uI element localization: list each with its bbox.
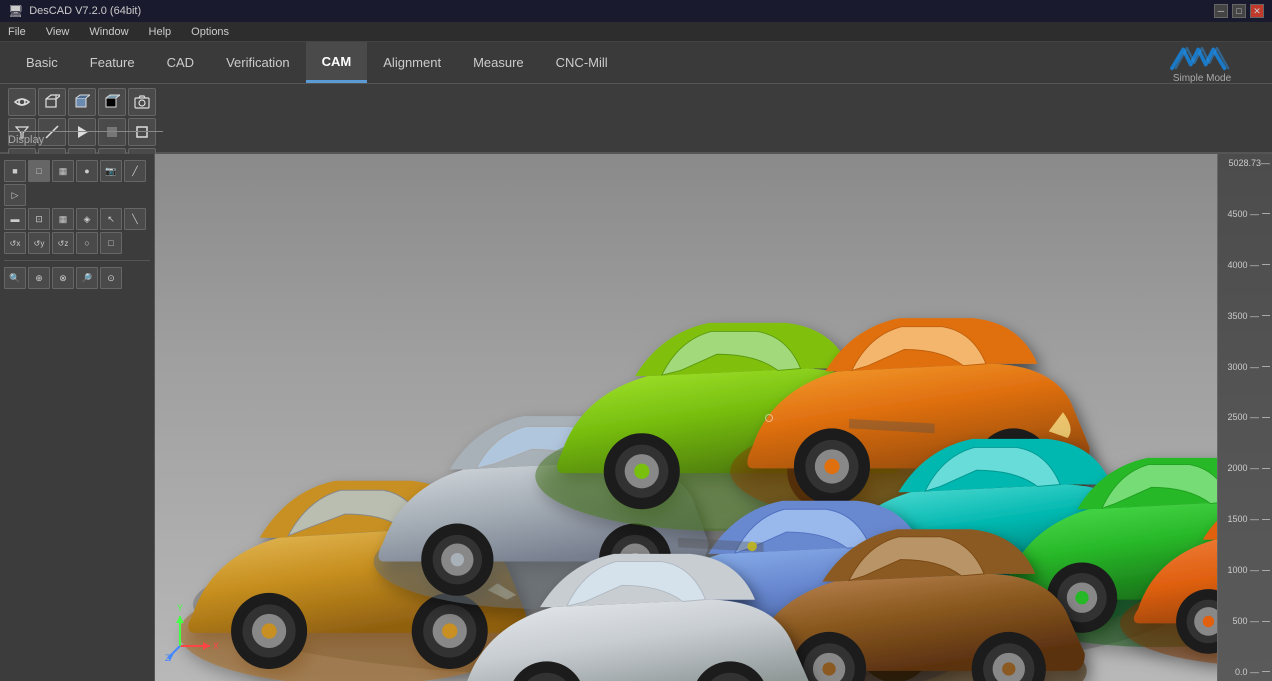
maximize-button[interactable]: □ — [1232, 4, 1246, 18]
ruler-tick-top: 5028.73— — [1220, 158, 1270, 168]
toolbar-btn-render[interactable] — [98, 88, 126, 116]
left-btn-9[interactable]: ⊡ — [28, 208, 50, 230]
ruler-tick-0: 0.0 — — [1220, 667, 1270, 677]
ruler-line — [1262, 213, 1270, 214]
left-btn-10[interactable]: ▦ — [52, 208, 74, 230]
ruler-line — [1262, 671, 1270, 672]
main-content: ■ □ ▦ ● 📷 ╱ ▷ ▬ ⊡ ▦ ◈ ↖ ╲ ↺x ↺y ↺z ○ □ 🔍… — [0, 154, 1272, 681]
viewport[interactable]: 5028.73— 4500 — 4000 — 3500 — 3000 — 250… — [155, 154, 1272, 681]
left-btn-zoom-box[interactable]: 🔎 — [76, 267, 98, 289]
app-title: DesCAD V7.2.0 (64bit) — [29, 5, 141, 17]
left-panel: ■ □ ▦ ● 📷 ╱ ▷ ▬ ⊡ ▦ ◈ ↖ ╲ ↺x ↺y ↺z ○ □ 🔍… — [0, 154, 155, 681]
left-btn-1[interactable]: ■ — [4, 160, 26, 182]
tab-alignment[interactable]: Alignment — [367, 42, 457, 83]
left-tool-row-3: ↺x ↺y ↺z ○ □ — [4, 232, 150, 254]
title-bar-left: 🖥 DesCAD V7.2.0 (64bit) — [8, 4, 141, 18]
scale-ruler: 5028.73— 4500 — 4000 — 3500 — 3000 — 250… — [1217, 154, 1272, 681]
left-tool-row-1: ■ □ ▦ ● 📷 ╱ ▷ — [4, 160, 150, 206]
axis-indicator: X Y Z — [165, 601, 225, 661]
ruler-tick-3500: 3500 — — [1220, 311, 1270, 321]
left-btn-11[interactable]: ◈ — [76, 208, 98, 230]
left-btn-12[interactable]: ↖ — [100, 208, 122, 230]
left-btn-rx[interactable]: ↺x — [4, 232, 26, 254]
ruler-tick-500: 500 — — [1220, 616, 1270, 626]
left-btn-zoom-out[interactable]: 🔍 — [4, 267, 26, 289]
ruler-tick-3000: 3000 — — [1220, 362, 1270, 372]
left-btn-16[interactable]: ○ — [76, 232, 98, 254]
menu-bar: File View Window Help Options — [0, 22, 1272, 42]
app-logo — [1162, 42, 1242, 72]
logo-area: Simple Mode — [1162, 42, 1262, 84]
ruler-line — [1262, 519, 1270, 520]
left-tool-row-4: 🔍 ⊕ ⊗ 🔎 ⊙ — [4, 267, 150, 289]
ruler-line — [1262, 570, 1270, 571]
svg-text:X: X — [213, 641, 219, 651]
left-btn-6[interactable]: ╱ — [124, 160, 146, 182]
app-icon: 🖥 — [8, 4, 23, 18]
title-bar: 🖥 DesCAD V7.2.0 (64bit) ─ □ ✕ — [0, 0, 1272, 22]
toolbar-btn-box-wire[interactable] — [38, 88, 66, 116]
close-button[interactable]: ✕ — [1250, 4, 1264, 18]
menu-file[interactable]: File — [4, 26, 30, 38]
tab-basic[interactable]: Basic — [10, 42, 74, 83]
svg-text:Z: Z — [165, 653, 171, 661]
left-btn-8[interactable]: ▬ — [4, 208, 26, 230]
ruler-line — [1262, 264, 1270, 265]
left-btn-5[interactable]: 📷 — [100, 160, 122, 182]
toolbar-btn-camera[interactable] — [128, 88, 156, 116]
minimize-button[interactable]: ─ — [1214, 4, 1228, 18]
menu-options[interactable]: Options — [187, 26, 233, 38]
toolbar-label: Display — [8, 131, 163, 146]
simple-mode-label: Simple Mode — [1173, 73, 1231, 84]
tab-cam[interactable]: CAM — [306, 42, 368, 83]
title-bar-controls[interactable]: ─ □ ✕ — [1214, 4, 1264, 18]
svg-text:Y: Y — [177, 603, 183, 613]
left-btn-ry[interactable]: ↺y — [28, 232, 50, 254]
ruler-tick-1000: 1000 — — [1220, 565, 1270, 575]
tab-cncmill[interactable]: CNC-Mill — [540, 42, 624, 83]
ruler-tick-4500: 4500 — — [1220, 209, 1270, 219]
toolbar-btn-shaded[interactable] — [68, 88, 96, 116]
ruler-tick-4000: 4000 — — [1220, 260, 1270, 270]
tab-cad[interactable]: CAD — [151, 42, 210, 83]
ruler-line — [1262, 366, 1270, 367]
ruler-line — [1262, 417, 1270, 418]
left-btn-3[interactable]: ▦ — [52, 160, 74, 182]
ruler-tick-2500: 2500 — — [1220, 412, 1270, 422]
ruler-line — [1262, 315, 1270, 316]
ribbon-nav: Basic Feature CAD Verification CAM Align… — [0, 42, 1272, 84]
left-btn-zoom-extent[interactable]: ⊗ — [52, 267, 74, 289]
menu-window[interactable]: Window — [85, 26, 132, 38]
left-btn-zoom-in[interactable]: ⊕ — [28, 267, 50, 289]
tab-feature[interactable]: Feature — [74, 42, 151, 83]
ruler-line — [1262, 468, 1270, 469]
tab-verification[interactable]: Verification — [210, 42, 306, 83]
left-btn-rz[interactable]: ↺z — [52, 232, 74, 254]
left-btn-13[interactable]: ╲ — [124, 208, 146, 230]
ruler-line — [1262, 621, 1270, 622]
menu-help[interactable]: Help — [145, 26, 176, 38]
left-btn-7[interactable]: ▷ — [4, 184, 26, 206]
left-btn-17[interactable]: □ — [100, 232, 122, 254]
left-btn-4[interactable]: ● — [76, 160, 98, 182]
car-scene — [155, 154, 1217, 681]
toolbar-btn-eye[interactable] — [8, 88, 36, 116]
left-tool-row-2: ▬ ⊡ ▦ ◈ ↖ ╲ — [4, 208, 150, 230]
ruler-tick-1500: 1500 — — [1220, 514, 1270, 524]
tab-measure[interactable]: Measure — [457, 42, 540, 83]
ruler-tick-2000: 2000 — — [1220, 463, 1270, 473]
left-btn-zoom-all2[interactable]: ⊙ — [100, 267, 122, 289]
left-separator — [4, 260, 150, 261]
menu-view[interactable]: View — [42, 26, 74, 38]
left-btn-2[interactable]: □ — [28, 160, 50, 182]
toolbar-area: ↺x ↺y ↺z Display — [0, 84, 1272, 154]
